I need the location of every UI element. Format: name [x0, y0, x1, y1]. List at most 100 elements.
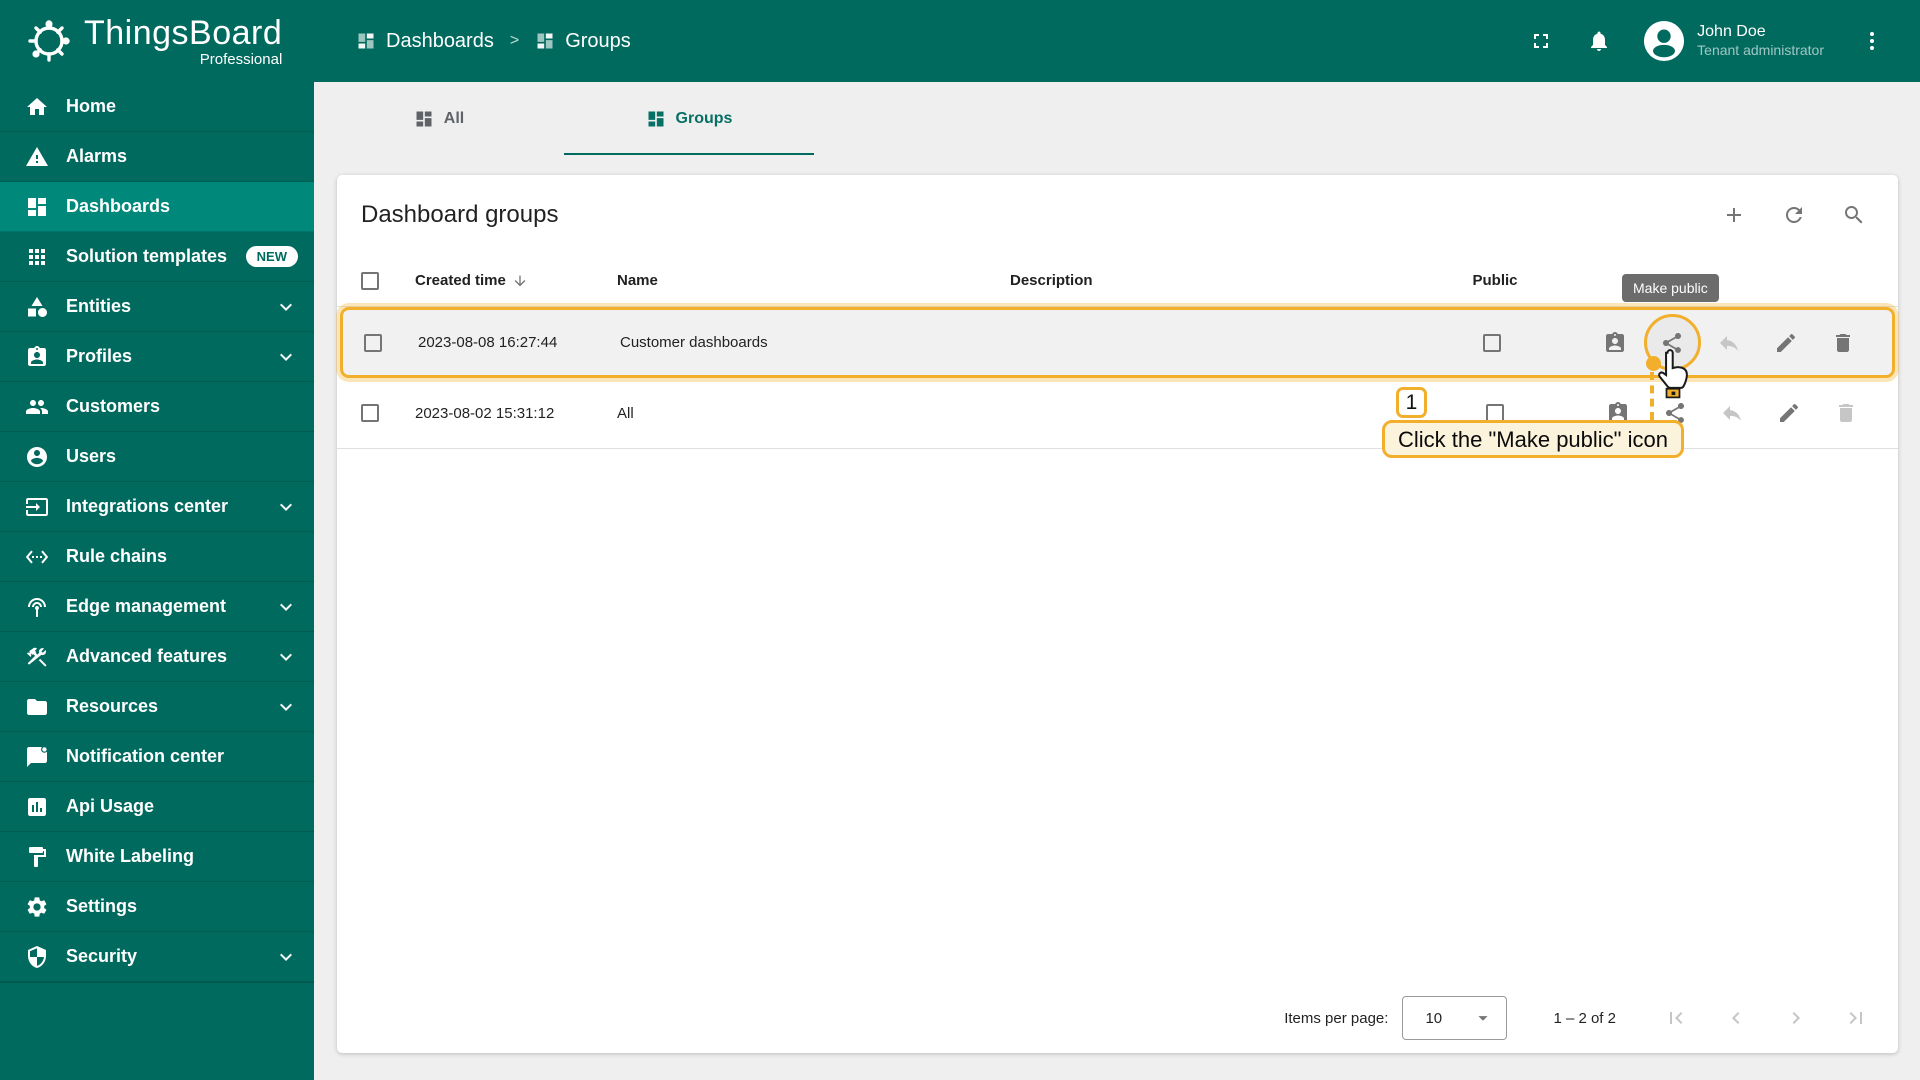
sidebar-item-dashboards[interactable]: Dashboards — [0, 182, 314, 232]
sidebar-item-users[interactable]: Users — [0, 432, 314, 482]
sidebar-item-rule-chains[interactable]: Rule chains — [0, 532, 314, 582]
breadcrumb: Dashboards > Groups — [356, 30, 631, 53]
items-per-page-label: Items per page: — [1284, 1009, 1389, 1027]
tab-groups[interactable]: Groups — [564, 82, 814, 155]
sidebar-item-label: Advanced features — [66, 646, 228, 666]
undo-arrow-icon — [1720, 335, 1739, 351]
make-private-button[interactable] — [1701, 321, 1758, 365]
tab-label: Groups — [675, 109, 733, 127]
trash-icon — [1835, 333, 1850, 352]
sidebar-item-label: Edge management — [66, 596, 227, 616]
page-range-label: 1 – 2 of 2 — [1553, 1009, 1616, 1027]
trash-icon — [1838, 404, 1853, 422]
sidebar-item-settings[interactable]: Settings — [0, 882, 314, 932]
sidebar-item-advanced-features[interactable]: Advanced features — [0, 632, 314, 682]
dashboard-icon — [416, 111, 432, 126]
delete-button[interactable] — [1814, 321, 1871, 365]
public-checkbox[interactable] — [1483, 333, 1501, 352]
refresh-icon — [1786, 207, 1802, 223]
search-button[interactable] — [1834, 195, 1874, 235]
warning-icon — [26, 146, 48, 166]
tools-icon — [26, 647, 47, 667]
sidebar-item-edge-management[interactable]: Edge management — [0, 582, 314, 632]
thingsboard-logo-icon — [28, 20, 70, 62]
sort-arrow-down-icon[interactable] — [512, 273, 528, 289]
refresh-button[interactable] — [1774, 195, 1814, 235]
make-private-button[interactable] — [1704, 391, 1761, 435]
sidebar-item-customers[interactable]: Customers — [0, 382, 314, 432]
table-footer: Items per page: 10 1 – 2 of 2 — [337, 983, 1898, 1053]
user-role: Tenant administrator — [1697, 42, 1824, 59]
tab-all[interactable]: All — [314, 82, 564, 155]
sidebar-item-label: Solution templates — [66, 246, 228, 266]
avatar[interactable] — [1643, 20, 1685, 62]
user-info[interactable]: John Doe Tenant administrator — [1697, 22, 1824, 60]
sidebar-menu: Home Alarms Dashboards Solution template… — [0, 82, 314, 984]
search-icon — [1845, 206, 1863, 224]
row-select-checkbox[interactable] — [364, 333, 382, 352]
sidebar-item-solution-templates[interactable]: Solution templates NEW — [0, 232, 314, 282]
items-per-page-value: 10 — [1425, 1009, 1443, 1027]
sidebar-item-security[interactable]: Security — [0, 932, 314, 982]
assignment-ind-icon — [1606, 331, 1625, 352]
breadcrumb-dashboards[interactable]: Dashboards — [356, 30, 494, 53]
chevron-down-icon — [280, 603, 292, 611]
kebab-icon — [1870, 32, 1874, 50]
add-group-button[interactable] — [1714, 195, 1754, 235]
more-menu-button[interactable] — [1850, 19, 1894, 63]
dashboard-icon — [28, 197, 46, 216]
chevron-down-icon — [280, 303, 292, 311]
cell-created-time: 2023-08-02 15:31:12 — [415, 404, 555, 422]
sidebar-item-resources[interactable]: Resources — [0, 682, 314, 732]
brand-logo[interactable]: ThingsBoard Professional — [0, 0, 314, 82]
breadcrumb-groups[interactable]: Groups — [535, 30, 631, 53]
last-page-button[interactable] — [1844, 1006, 1868, 1030]
chevron-down-icon — [280, 953, 292, 961]
chevron-down-icon — [280, 653, 292, 661]
previous-page-button[interactable] — [1724, 1006, 1748, 1030]
manage-assigned-customers-button[interactable] — [1587, 321, 1644, 365]
items-per-page-select[interactable]: 10 — [1402, 996, 1508, 1040]
api-usage-icon — [28, 797, 46, 816]
notifications-button[interactable] — [1577, 19, 1621, 63]
sidebar-item-label: Entities — [66, 296, 132, 316]
sidebar-item-home[interactable]: Home — [0, 82, 314, 132]
sidebar-item-alarms[interactable]: Alarms — [0, 132, 314, 182]
sidebar-item-label: Rule chains — [66, 546, 168, 566]
sidebar-item-label: Profiles — [66, 346, 133, 366]
sidebar-item-profiles[interactable]: Profiles — [0, 332, 314, 382]
bell-icon — [1591, 31, 1608, 51]
white-labeling-icon — [29, 846, 46, 867]
select-all-checkbox[interactable] — [361, 271, 379, 290]
annotation-callout: Click the "Make public" icon — [1382, 420, 1684, 458]
column-header-name[interactable]: Name — [617, 272, 658, 289]
sidebar-item-notification-center[interactable]: Notification center — [0, 732, 314, 782]
first-page-button[interactable] — [1664, 1006, 1688, 1030]
fullscreen-button[interactable] — [1519, 19, 1563, 63]
plus-icon — [1727, 208, 1741, 222]
shield-icon — [28, 945, 46, 968]
sidebar-item-api-usage[interactable]: Api Usage — [0, 782, 314, 832]
dashboard-group-icon — [648, 111, 664, 126]
chevron-left-icon — [1732, 1012, 1740, 1024]
delete-button[interactable] — [1817, 391, 1874, 435]
edit-button[interactable] — [1760, 391, 1817, 435]
undo-arrow-icon — [1722, 406, 1741, 421]
edit-button[interactable] — [1758, 321, 1815, 365]
fullscreen-icon — [1534, 34, 1549, 48]
sidebar-item-label: Users — [66, 446, 117, 466]
next-page-button[interactable] — [1784, 1006, 1808, 1030]
users-icon — [27, 446, 47, 467]
cell-name: All — [617, 404, 634, 422]
sidebar-item-entities[interactable]: Entities — [0, 282, 314, 332]
sidebar-item-white-labeling[interactable]: White Labeling — [0, 832, 314, 882]
tab-label: All — [443, 109, 465, 127]
column-header-description[interactable]: Description — [1010, 272, 1093, 289]
column-header-created-time[interactable]: Created time — [415, 272, 506, 289]
sidebar-item-integrations-center[interactable]: Integrations center — [0, 482, 314, 532]
sidebar-item-label: Notification center — [66, 746, 225, 766]
chevron-right-icon — [1792, 1012, 1800, 1024]
row-select-checkbox[interactable] — [361, 404, 379, 422]
sidebar-item-label: Dashboards — [66, 196, 171, 216]
edge-icon — [28, 597, 46, 617]
